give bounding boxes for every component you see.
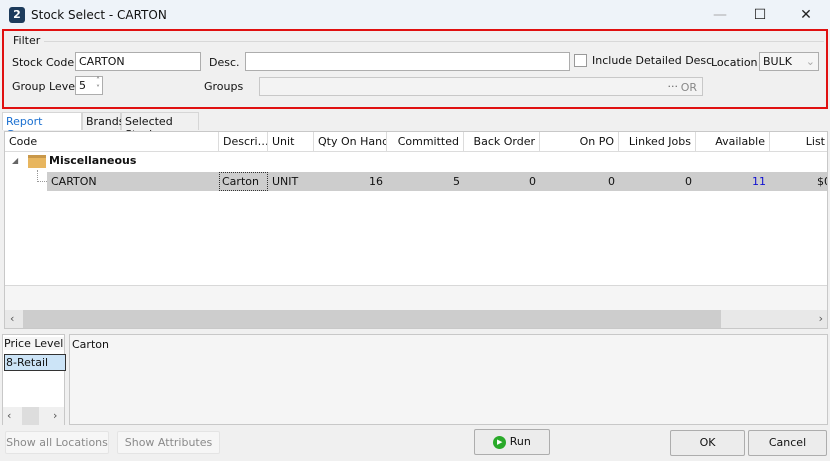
cell-on-po: 0 — [608, 175, 615, 188]
column-header-linked-jobs[interactable]: Linked Jobs — [619, 132, 696, 152]
cell-committed: 5 — [453, 175, 460, 188]
close-button[interactable]: ✕ — [796, 6, 816, 24]
location-value: BULK — [763, 55, 792, 68]
table-row[interactable]: CARTON Carton UNIT 16 5 0 0 0 11 $0 — [47, 172, 827, 191]
stock-code-label: Stock Code — [12, 56, 75, 69]
run-label: Run — [509, 435, 531, 448]
horizontal-scrollbar[interactable]: ‹ › — [5, 310, 827, 328]
cell-qty-on-hand: 16 — [369, 175, 383, 188]
show-all-locations-button[interactable]: Show all Locations — [5, 431, 109, 454]
include-detailed-checkbox[interactable] — [574, 54, 587, 67]
scroll-left-icon[interactable]: ‹ — [7, 409, 11, 422]
cell-back-order: 0 — [529, 175, 536, 188]
spinner-arrows-icon[interactable]: ˄ ˅ — [96, 77, 100, 93]
cancel-button[interactable]: Cancel — [748, 430, 827, 456]
cell-description: Carton — [219, 172, 268, 191]
column-header-code[interactable]: Code — [5, 132, 219, 152]
group-level-stepper[interactable]: 5 ˄ ˅ — [75, 76, 103, 95]
title-bar: 2 Stock Select - CARTON — ☐ ✕ — [0, 0, 830, 30]
column-header-unit[interactable]: Unit — [268, 132, 314, 152]
tab-brands[interactable]: Brands — [82, 112, 125, 130]
location-label: Location — [711, 56, 758, 69]
scroll-left-icon[interactable]: ‹ — [10, 312, 14, 325]
cell-code: CARTON — [51, 175, 97, 188]
column-header-list[interactable]: List — [770, 132, 827, 152]
filter-legend: Filter — [13, 34, 41, 47]
groups-label: Groups — [204, 80, 244, 93]
collapse-arrow-icon[interactable]: ◢ — [12, 156, 18, 165]
price-level-list[interactable]: Price Level 8-Retail ‹ › — [2, 334, 66, 425]
column-header-on-po[interactable]: On PO — [540, 132, 619, 152]
play-icon: ▶ — [493, 435, 507, 449]
chevron-down-icon: ⌄ — [805, 55, 815, 68]
groups-field[interactable]: ··· OR — [259, 77, 703, 96]
stock-code-input[interactable]: CARTON — [75, 52, 201, 71]
column-header-back-order[interactable]: Back Order — [464, 132, 540, 152]
run-button[interactable]: ▶ Run — [474, 429, 550, 455]
maximize-button[interactable]: ☐ — [750, 6, 770, 24]
scroll-right-icon[interactable]: › — [53, 409, 57, 422]
app-logo-icon: 2 — [9, 7, 25, 23]
scroll-right-icon[interactable]: › — [819, 312, 823, 325]
group-level-value: 5 — [79, 79, 86, 92]
column-header-committed[interactable]: Committed — [387, 132, 464, 152]
stock-grid[interactable]: Code Descri… Unit Qty On Hand Committed … — [4, 131, 828, 329]
group-level-label: Group Level — [12, 80, 79, 93]
cell-linked-jobs: 0 — [685, 175, 692, 188]
group-row-label[interactable]: Miscellaneous — [49, 154, 136, 167]
price-level-item[interactable]: 8-Retail — [4, 354, 66, 371]
ok-button[interactable]: OK — [670, 430, 745, 456]
groups-mode: OR — [680, 81, 697, 94]
column-header-available[interactable]: Available — [696, 132, 770, 152]
show-attributes-button[interactable]: Show Attributes — [117, 431, 220, 454]
folder-icon — [28, 155, 46, 168]
desc-input[interactable] — [245, 52, 570, 71]
groups-ellipsis-button[interactable]: ··· — [668, 80, 679, 93]
include-detailed-label: Include Detailed Desc — [592, 54, 713, 67]
price-level-header: Price Level — [4, 337, 64, 350]
window-title: Stock Select - CARTON — [31, 8, 167, 22]
tab-report-groups[interactable]: Report Groups — [2, 112, 82, 141]
scrollbar-thumb[interactable] — [23, 310, 721, 328]
column-header-description[interactable]: Descri… — [219, 132, 268, 152]
tab-selected-stock[interactable]: Selected Stock — [121, 112, 199, 141]
desc-label: Desc. — [209, 56, 240, 69]
location-select[interactable]: BULK ⌄ — [759, 52, 819, 71]
cell-unit: UNIT — [272, 175, 299, 188]
minimize-button[interactable]: — — [710, 6, 730, 24]
description-panel: Carton — [69, 334, 828, 425]
filter-group: Filter Stock Code CARTON Desc. Include D… — [2, 29, 828, 109]
cell-list: $0 — [817, 175, 827, 188]
price-list-scrollbar[interactable]: ‹ › — [3, 407, 64, 425]
column-header-qty-on-hand[interactable]: Qty On Hand — [314, 132, 387, 152]
cell-available: 11 — [752, 175, 766, 188]
